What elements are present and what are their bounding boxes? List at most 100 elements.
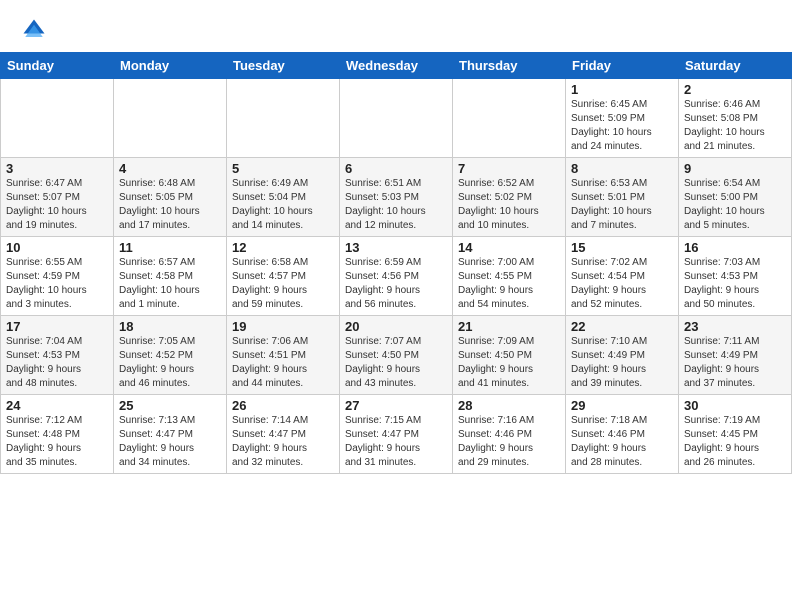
calendar-cell: 20Sunrise: 7:07 AM Sunset: 4:50 PM Dayli…: [340, 316, 453, 395]
day-number: 24: [6, 398, 108, 413]
calendar-cell: [340, 79, 453, 158]
week-row-5: 24Sunrise: 7:12 AM Sunset: 4:48 PM Dayli…: [1, 395, 792, 474]
calendar-cell: 4Sunrise: 6:48 AM Sunset: 5:05 PM Daylig…: [114, 158, 227, 237]
calendar-cell: 3Sunrise: 6:47 AM Sunset: 5:07 PM Daylig…: [1, 158, 114, 237]
calendar-cell: 24Sunrise: 7:12 AM Sunset: 4:48 PM Dayli…: [1, 395, 114, 474]
calendar-cell: 29Sunrise: 7:18 AM Sunset: 4:46 PM Dayli…: [566, 395, 679, 474]
calendar-cell: 13Sunrise: 6:59 AM Sunset: 4:56 PM Dayli…: [340, 237, 453, 316]
day-number: 5: [232, 161, 334, 176]
day-number: 7: [458, 161, 560, 176]
calendar-cell: 21Sunrise: 7:09 AM Sunset: 4:50 PM Dayli…: [453, 316, 566, 395]
calendar-cell: 17Sunrise: 7:04 AM Sunset: 4:53 PM Dayli…: [1, 316, 114, 395]
calendar-cell: 19Sunrise: 7:06 AM Sunset: 4:51 PM Dayli…: [227, 316, 340, 395]
calendar-cell: 26Sunrise: 7:14 AM Sunset: 4:47 PM Dayli…: [227, 395, 340, 474]
day-info: Sunrise: 7:19 AM Sunset: 4:45 PM Dayligh…: [684, 414, 786, 470]
day-info: Sunrise: 7:15 AM Sunset: 4:47 PM Dayligh…: [345, 414, 447, 470]
day-info: Sunrise: 7:05 AM Sunset: 4:52 PM Dayligh…: [119, 335, 221, 391]
col-header-wednesday: Wednesday: [340, 53, 453, 79]
day-number: 9: [684, 161, 786, 176]
day-number: 17: [6, 319, 108, 334]
day-number: 23: [684, 319, 786, 334]
week-row-3: 10Sunrise: 6:55 AM Sunset: 4:59 PM Dayli…: [1, 237, 792, 316]
day-number: 27: [345, 398, 447, 413]
day-number: 10: [6, 240, 108, 255]
day-number: 20: [345, 319, 447, 334]
day-info: Sunrise: 7:11 AM Sunset: 4:49 PM Dayligh…: [684, 335, 786, 391]
col-header-saturday: Saturday: [679, 53, 792, 79]
calendar-cell: 7Sunrise: 6:52 AM Sunset: 5:02 PM Daylig…: [453, 158, 566, 237]
col-header-friday: Friday: [566, 53, 679, 79]
page-header: [0, 0, 792, 52]
day-info: Sunrise: 6:59 AM Sunset: 4:56 PM Dayligh…: [345, 256, 447, 312]
day-info: Sunrise: 7:07 AM Sunset: 4:50 PM Dayligh…: [345, 335, 447, 391]
day-number: 2: [684, 82, 786, 97]
day-number: 1: [571, 82, 673, 97]
day-number: 18: [119, 319, 221, 334]
week-row-2: 3Sunrise: 6:47 AM Sunset: 5:07 PM Daylig…: [1, 158, 792, 237]
day-info: Sunrise: 7:00 AM Sunset: 4:55 PM Dayligh…: [458, 256, 560, 312]
calendar-cell: 28Sunrise: 7:16 AM Sunset: 4:46 PM Dayli…: [453, 395, 566, 474]
day-info: Sunrise: 7:04 AM Sunset: 4:53 PM Dayligh…: [6, 335, 108, 391]
day-info: Sunrise: 6:46 AM Sunset: 5:08 PM Dayligh…: [684, 98, 786, 154]
day-number: 11: [119, 240, 221, 255]
day-number: 6: [345, 161, 447, 176]
calendar-cell: [453, 79, 566, 158]
day-info: Sunrise: 6:55 AM Sunset: 4:59 PM Dayligh…: [6, 256, 108, 312]
week-row-1: 1Sunrise: 6:45 AM Sunset: 5:09 PM Daylig…: [1, 79, 792, 158]
calendar-cell: 5Sunrise: 6:49 AM Sunset: 5:04 PM Daylig…: [227, 158, 340, 237]
day-info: Sunrise: 6:45 AM Sunset: 5:09 PM Dayligh…: [571, 98, 673, 154]
day-info: Sunrise: 6:57 AM Sunset: 4:58 PM Dayligh…: [119, 256, 221, 312]
day-info: Sunrise: 7:16 AM Sunset: 4:46 PM Dayligh…: [458, 414, 560, 470]
calendar-cell: 12Sunrise: 6:58 AM Sunset: 4:57 PM Dayli…: [227, 237, 340, 316]
day-number: 15: [571, 240, 673, 255]
calendar-cell: 18Sunrise: 7:05 AM Sunset: 4:52 PM Dayli…: [114, 316, 227, 395]
day-info: Sunrise: 7:03 AM Sunset: 4:53 PM Dayligh…: [684, 256, 786, 312]
day-info: Sunrise: 7:09 AM Sunset: 4:50 PM Dayligh…: [458, 335, 560, 391]
day-number: 13: [345, 240, 447, 255]
day-info: Sunrise: 6:58 AM Sunset: 4:57 PM Dayligh…: [232, 256, 334, 312]
day-info: Sunrise: 7:12 AM Sunset: 4:48 PM Dayligh…: [6, 414, 108, 470]
day-info: Sunrise: 7:02 AM Sunset: 4:54 PM Dayligh…: [571, 256, 673, 312]
day-info: Sunrise: 7:06 AM Sunset: 4:51 PM Dayligh…: [232, 335, 334, 391]
col-header-monday: Monday: [114, 53, 227, 79]
calendar-cell: 15Sunrise: 7:02 AM Sunset: 4:54 PM Dayli…: [566, 237, 679, 316]
header-row: SundayMondayTuesdayWednesdayThursdayFrid…: [1, 53, 792, 79]
week-row-4: 17Sunrise: 7:04 AM Sunset: 4:53 PM Dayli…: [1, 316, 792, 395]
col-header-tuesday: Tuesday: [227, 53, 340, 79]
day-number: 16: [684, 240, 786, 255]
calendar-cell: 27Sunrise: 7:15 AM Sunset: 4:47 PM Dayli…: [340, 395, 453, 474]
day-number: 25: [119, 398, 221, 413]
calendar-cell: 30Sunrise: 7:19 AM Sunset: 4:45 PM Dayli…: [679, 395, 792, 474]
day-info: Sunrise: 7:18 AM Sunset: 4:46 PM Dayligh…: [571, 414, 673, 470]
day-number: 29: [571, 398, 673, 413]
day-info: Sunrise: 7:14 AM Sunset: 4:47 PM Dayligh…: [232, 414, 334, 470]
day-number: 26: [232, 398, 334, 413]
calendar-cell: 23Sunrise: 7:11 AM Sunset: 4:49 PM Dayli…: [679, 316, 792, 395]
day-info: Sunrise: 7:13 AM Sunset: 4:47 PM Dayligh…: [119, 414, 221, 470]
calendar-cell: 8Sunrise: 6:53 AM Sunset: 5:01 PM Daylig…: [566, 158, 679, 237]
calendar-cell: 25Sunrise: 7:13 AM Sunset: 4:47 PM Dayli…: [114, 395, 227, 474]
logo-icon: [20, 16, 48, 44]
day-number: 4: [119, 161, 221, 176]
calendar-cell: 10Sunrise: 6:55 AM Sunset: 4:59 PM Dayli…: [1, 237, 114, 316]
calendar-cell: 6Sunrise: 6:51 AM Sunset: 5:03 PM Daylig…: [340, 158, 453, 237]
calendar-cell: [1, 79, 114, 158]
day-number: 12: [232, 240, 334, 255]
calendar-body: 1Sunrise: 6:45 AM Sunset: 5:09 PM Daylig…: [1, 79, 792, 474]
day-info: Sunrise: 6:52 AM Sunset: 5:02 PM Dayligh…: [458, 177, 560, 233]
day-number: 28: [458, 398, 560, 413]
calendar-cell: 14Sunrise: 7:00 AM Sunset: 4:55 PM Dayli…: [453, 237, 566, 316]
calendar-cell: 22Sunrise: 7:10 AM Sunset: 4:49 PM Dayli…: [566, 316, 679, 395]
calendar-cell: [227, 79, 340, 158]
day-info: Sunrise: 6:47 AM Sunset: 5:07 PM Dayligh…: [6, 177, 108, 233]
calendar-header: SundayMondayTuesdayWednesdayThursdayFrid…: [1, 53, 792, 79]
calendar-cell: 9Sunrise: 6:54 AM Sunset: 5:00 PM Daylig…: [679, 158, 792, 237]
calendar-wrapper: SundayMondayTuesdayWednesdayThursdayFrid…: [0, 52, 792, 474]
day-info: Sunrise: 6:48 AM Sunset: 5:05 PM Dayligh…: [119, 177, 221, 233]
calendar-cell: [114, 79, 227, 158]
calendar-cell: 11Sunrise: 6:57 AM Sunset: 4:58 PM Dayli…: [114, 237, 227, 316]
day-number: 21: [458, 319, 560, 334]
calendar-cell: 16Sunrise: 7:03 AM Sunset: 4:53 PM Dayli…: [679, 237, 792, 316]
logo: [20, 16, 52, 44]
day-info: Sunrise: 7:10 AM Sunset: 4:49 PM Dayligh…: [571, 335, 673, 391]
